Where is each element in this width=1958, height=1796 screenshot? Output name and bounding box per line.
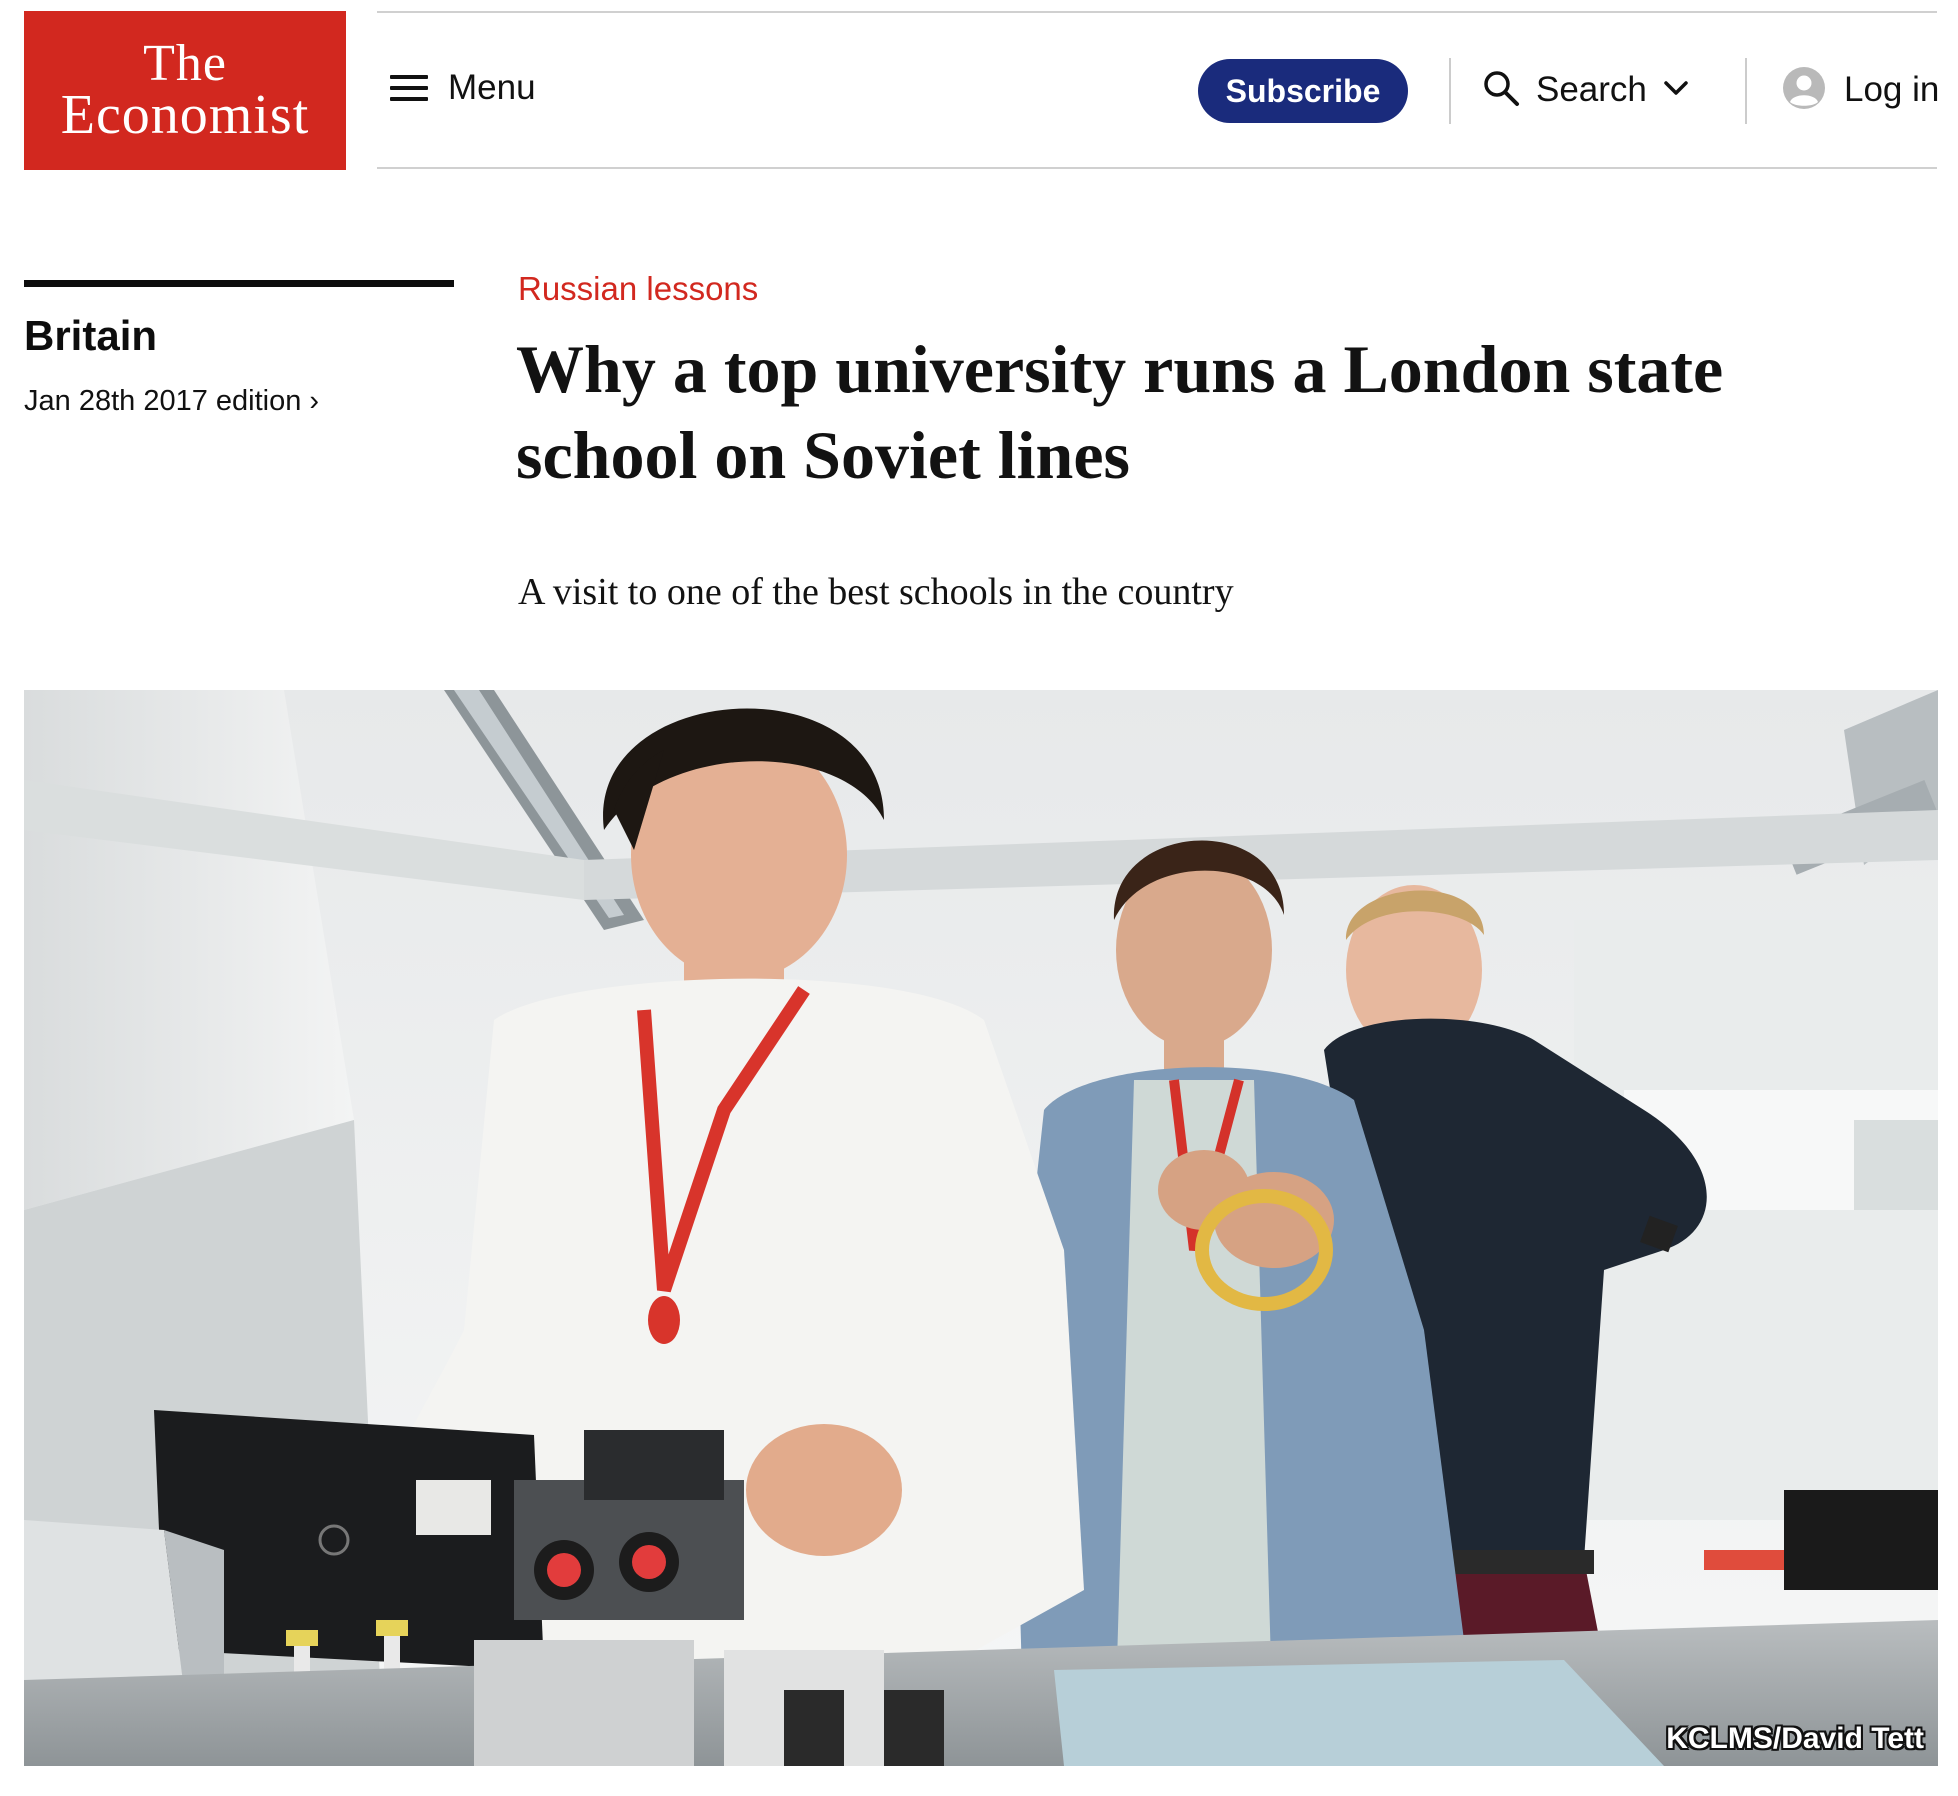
- image-credit: KCLMS/David Tett: [1666, 1722, 1924, 1755]
- user-avatar-icon: [1782, 66, 1826, 115]
- subscribe-button[interactable]: Subscribe: [1198, 59, 1408, 123]
- section-link[interactable]: Britain: [24, 312, 157, 360]
- chevron-down-icon: [1663, 79, 1689, 102]
- classroom-photo: [24, 690, 1938, 1766]
- nav-bottom-divider: [377, 167, 1937, 169]
- article-flytitle: Russian lessons: [518, 270, 759, 307]
- login-label: Log in: [1844, 70, 1940, 109]
- menu-button[interactable]: Menu: [390, 62, 536, 114]
- chevron-right-icon: ›: [309, 385, 320, 417]
- login-button[interactable]: Log in: [1782, 62, 1939, 118]
- article-headline: Why a top university runs a London state…: [516, 331, 1724, 493]
- logo-line-2: Economist: [60, 83, 310, 146]
- logo-line-1: The: [143, 34, 227, 92]
- search-label: Search: [1536, 70, 1647, 109]
- article-lead-image: KCLMS/David Tett: [24, 690, 1938, 1766]
- menu-label: Menu: [448, 68, 536, 107]
- nav-separator: [1449, 58, 1451, 124]
- edition-link[interactable]: Jan 28th 2017 edition ›: [24, 385, 319, 418]
- section-rule: [24, 280, 454, 287]
- article-rubric: A visit to one of the best schools in th…: [518, 571, 1234, 613]
- hamburger-icon: [390, 75, 428, 101]
- nav-top-divider: [377, 11, 1937, 13]
- nav-separator: [1745, 58, 1747, 124]
- search-button[interactable]: Search: [1482, 62, 1689, 118]
- economist-logo[interactable]: The Economist: [24, 11, 346, 170]
- magnifier-icon: [1482, 69, 1520, 112]
- edition-label: Jan 28th 2017 edition: [24, 385, 302, 417]
